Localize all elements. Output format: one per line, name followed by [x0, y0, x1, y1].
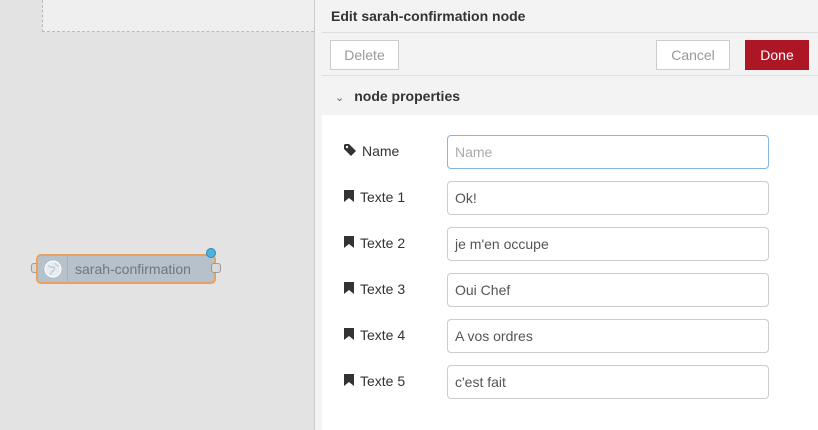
flow-node[interactable]: sarah-confirmation: [36, 254, 216, 284]
section-node-properties[interactable]: ⌄ node properties: [322, 76, 818, 115]
field-label: Texte 1: [344, 189, 405, 205]
field-label-text: Texte 5: [360, 373, 406, 389]
flow-canvas[interactable]: sarah-confirmation: [0, 0, 314, 430]
field-label-text: Texte 1: [360, 189, 406, 205]
chevron-down-icon: ⌄: [335, 92, 345, 104]
field-label-text: Texte 2: [360, 235, 406, 251]
workspace-boundary: [42, 0, 314, 32]
tray-resize-handle[interactable]: [314, 0, 322, 430]
field-label-text: Texte 4: [360, 327, 406, 343]
field-label: Name: [344, 143, 399, 159]
field-label-text: Texte 3: [360, 281, 406, 297]
field-label: Texte 3: [344, 281, 405, 297]
delete-button[interactable]: Delete: [330, 40, 399, 70]
property-row-name: Name: [322, 135, 818, 169]
tray-title: Edit sarah-confirmation node: [322, 0, 818, 33]
cancel-button[interactable]: Cancel: [656, 40, 730, 70]
property-row-texte-3: Texte 3 Oui Chef: [322, 273, 818, 307]
texte-5-input[interactable]: c'est fait: [447, 365, 769, 399]
texte-2-input[interactable]: je m'en occupe: [447, 227, 769, 261]
bookmark-icon: [344, 327, 354, 343]
edit-tray: Edit sarah-confirmation node Delete Canc…: [322, 0, 818, 430]
tray-toolbar: Delete Cancel Done: [322, 33, 818, 76]
texte-3-input[interactable]: Oui Chef: [447, 273, 769, 307]
texte-1-input[interactable]: Ok!: [447, 181, 769, 215]
node-label: sarah-confirmation: [75, 261, 191, 277]
globe-icon: [38, 256, 68, 282]
bookmark-icon: [344, 281, 354, 297]
property-row-texte-4: Texte 4 A vos ordres: [322, 319, 818, 353]
bookmark-icon: [344, 235, 354, 251]
tag-icon: [344, 143, 356, 159]
done-button[interactable]: Done: [745, 40, 809, 70]
name-input[interactable]: [447, 135, 769, 169]
property-row-texte-5: Texte 5 c'est fait: [322, 365, 818, 399]
property-row-texte-1: Texte 1 Ok!: [322, 181, 818, 215]
bookmark-icon: [344, 373, 354, 389]
changed-indicator: [206, 248, 216, 258]
property-row-texte-2: Texte 2 je m'en occupe: [322, 227, 818, 261]
texte-4-input[interactable]: A vos ordres: [447, 319, 769, 353]
bookmark-icon: [344, 189, 354, 205]
output-port[interactable]: [211, 263, 221, 273]
field-label: Texte 5: [344, 373, 405, 389]
section-title: node properties: [354, 88, 461, 104]
field-label: Texte 4: [344, 327, 405, 343]
field-label-text: Name: [362, 143, 400, 159]
field-label: Texte 2: [344, 235, 405, 251]
